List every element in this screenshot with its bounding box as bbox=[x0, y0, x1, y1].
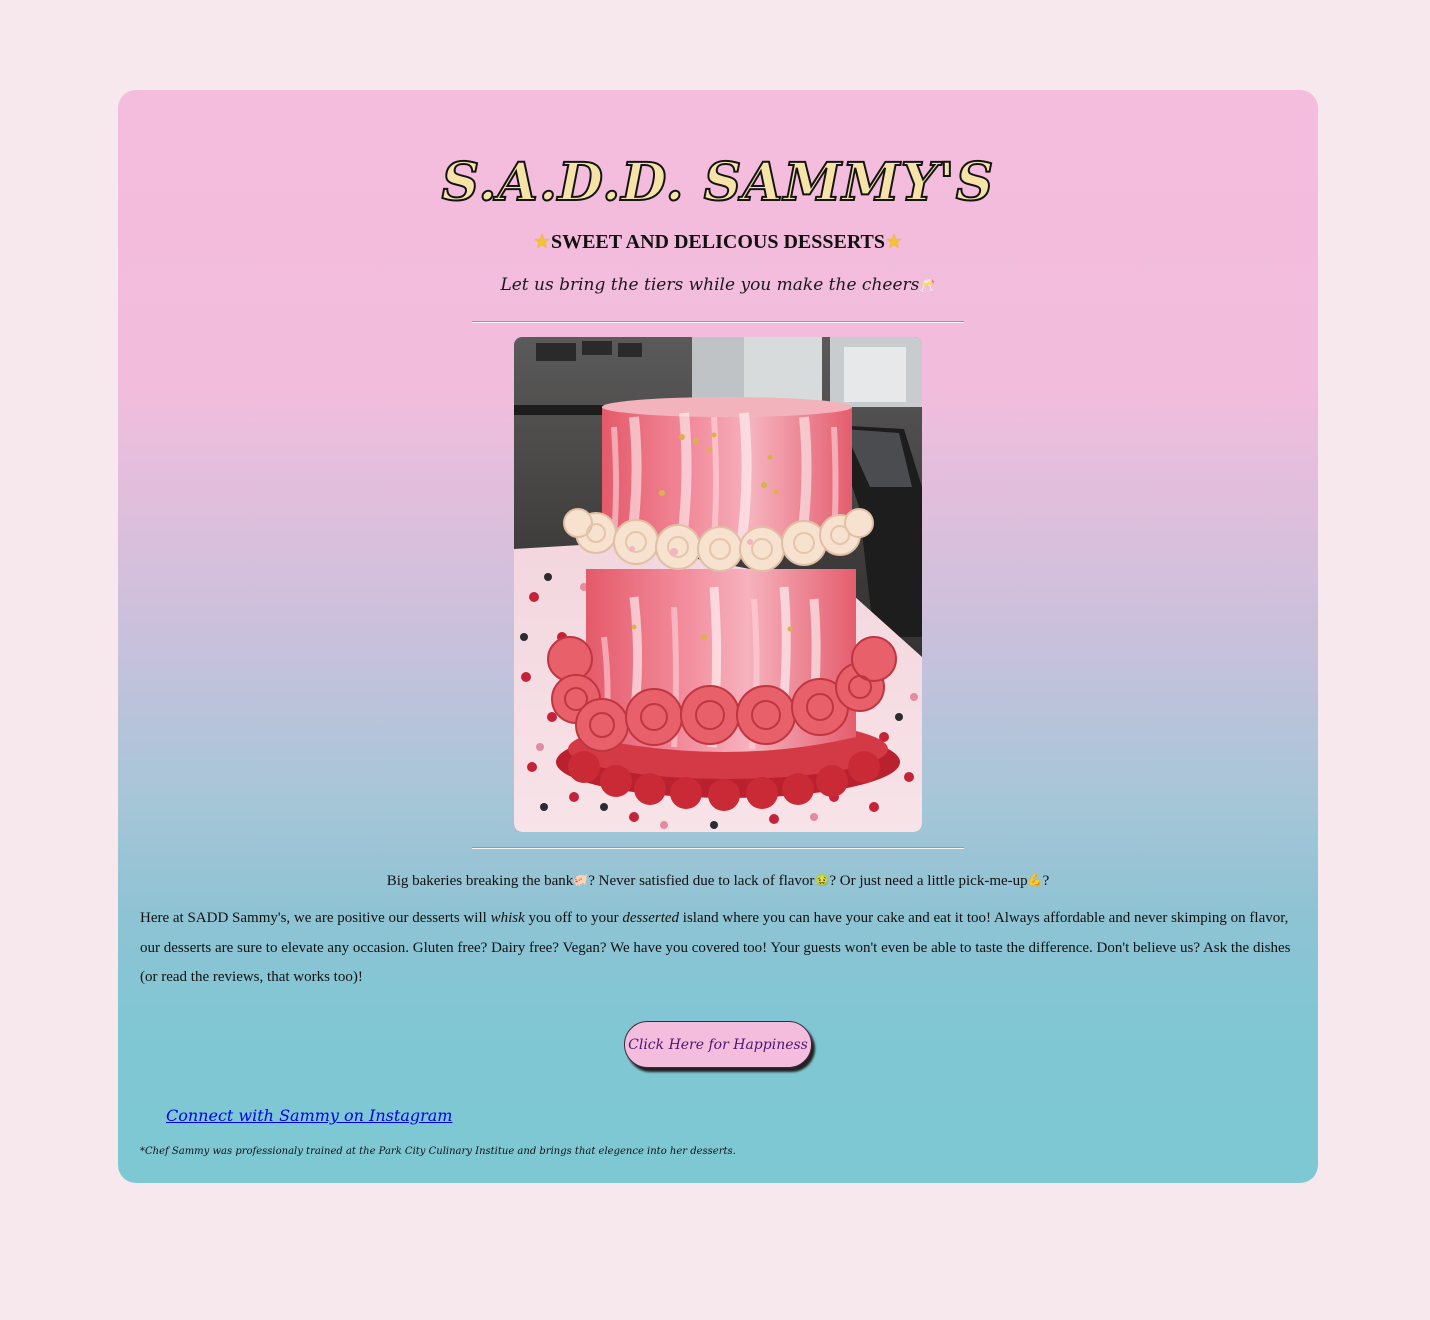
piggy-bank-icon: 🐖 bbox=[573, 873, 589, 887]
intro-questions: Big bakeries breaking the bank🐖? Never s… bbox=[118, 870, 1318, 891]
glowing-star-icon: ★ bbox=[885, 231, 903, 253]
brand-title: S.A.D.D. SAMMY'S bbox=[441, 151, 995, 214]
description-part2: you off to your bbox=[524, 910, 623, 926]
description-em-whisk: whisk bbox=[490, 910, 525, 926]
subtitle-text: SWEET AND DELICOUS DESSERTS bbox=[550, 231, 886, 253]
tagline: Let us bring the tiers while you make th… bbox=[118, 272, 1318, 300]
clinking-glasses-icon: 🥂 bbox=[919, 279, 936, 294]
intro-q3-end: ? bbox=[1042, 873, 1050, 889]
nauseated-face-icon: 🤢 bbox=[814, 873, 830, 887]
tagline-part1: Let us bring the bbox=[500, 275, 645, 295]
chef-footnote: *Chef Sammy was professionaly trained at… bbox=[140, 1146, 736, 1157]
tagline-emphasis: tiers bbox=[644, 275, 684, 295]
subtitle: ★SWEET AND DELICOUS DESSERTS★ bbox=[118, 230, 1318, 254]
description-em-desserted: desserted bbox=[622, 910, 680, 926]
intro-q2: ? Never satisfied due to lack of flavor bbox=[588, 873, 815, 889]
intro-q1: Big bakeries breaking the bank bbox=[386, 873, 574, 889]
description-paragraph: Here at SADD Sammy's, we are positive ou… bbox=[140, 904, 1300, 993]
divider-bottom bbox=[472, 847, 964, 849]
instagram-link[interactable]: Connect with Sammy on Instagram bbox=[166, 1104, 452, 1128]
tagline-part2: while you make the cheers bbox=[683, 275, 920, 295]
happiness-button[interactable]: Click Here for Happiness bbox=[624, 1021, 812, 1068]
flexed-biceps-icon: 💪 bbox=[1027, 873, 1043, 887]
intro-q3: ? Or just need a little pick-me-up bbox=[829, 873, 1028, 889]
cake-photo bbox=[514, 337, 922, 832]
description-part1: Here at SADD Sammy's, we are positive ou… bbox=[140, 910, 491, 926]
main-card: S.A.D.D. SAMMY'S ★SWEET AND DELICOUS DES… bbox=[118, 90, 1318, 1183]
divider-top bbox=[472, 321, 964, 323]
glowing-star-icon: ★ bbox=[533, 231, 551, 253]
